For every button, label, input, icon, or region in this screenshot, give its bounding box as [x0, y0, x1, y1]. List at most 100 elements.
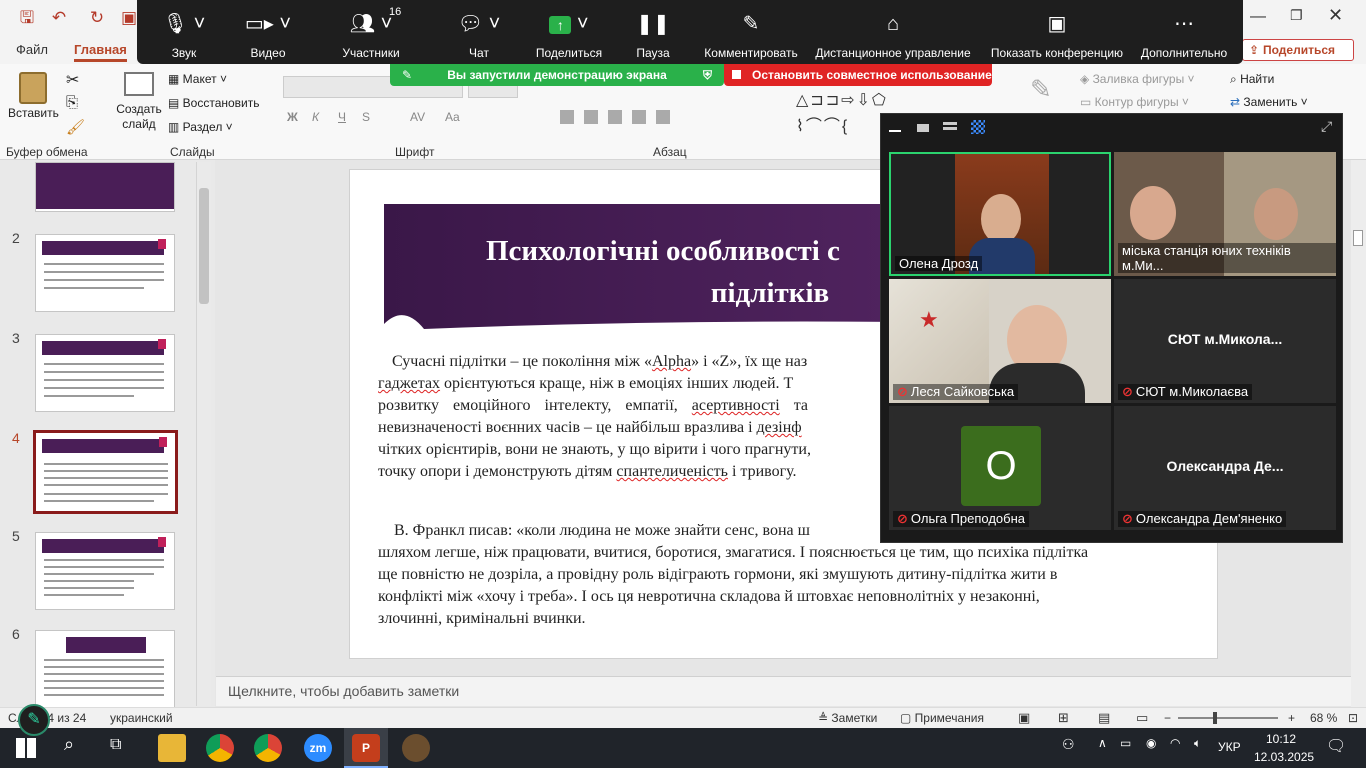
reset-button[interactable]: ▤ Восстановить [168, 96, 260, 110]
audio-button[interactable]: 🎙︎ ˅ Звук [159, 0, 209, 64]
notes-toggle[interactable]: ≜ Заметки [818, 708, 877, 728]
zoom-slider[interactable] [1178, 717, 1278, 719]
pen-tool-icon[interactable]: ✎ [18, 704, 50, 736]
input-language[interactable]: УКР [1218, 740, 1241, 754]
start-icon[interactable] [16, 738, 36, 758]
stop-share-button[interactable]: Остановить совместное использование [724, 64, 992, 86]
thumbnail-slide-1[interactable] [35, 162, 175, 212]
strike-button[interactable]: S [362, 110, 370, 124]
paint-icon[interactable] [402, 734, 430, 762]
char-spacing-button[interactable]: AV [410, 110, 425, 124]
chat-button[interactable]: 💬︎ ˅ Чат [457, 0, 501, 64]
thumbnail-slide-2[interactable] [35, 234, 175, 312]
more-button[interactable]: ⋯ Дополнительно [1137, 0, 1231, 64]
wifi-icon[interactable]: ◠ [1170, 736, 1180, 750]
remote-control-button[interactable]: ⌂ Дистанционное управление [813, 0, 973, 64]
thumbnail-slide-5[interactable] [35, 532, 175, 610]
battery-icon[interactable]: ▭ [1120, 736, 1131, 750]
scrollbar-thumb[interactable] [1353, 230, 1363, 246]
font-group-label: Шрифт [395, 145, 435, 159]
strip-view-icon[interactable] [943, 122, 957, 132]
tab-file[interactable]: Файл [16, 42, 48, 57]
underline-button[interactable]: Ч [338, 110, 346, 124]
chrome-profile-icon[interactable] [254, 734, 282, 762]
cut-icon[interactable]: ✂ [66, 70, 79, 90]
notifications-icon[interactable]: 🗨︎ [1326, 736, 1346, 756]
format-painter-icon[interactable]: 🖌 [66, 118, 85, 136]
annotate-button[interactable]: ✎ Комментировать [703, 0, 799, 64]
language-indicator[interactable]: украинский [110, 708, 173, 728]
video-tile-4[interactable]: СЮТ м.Микола... ⊘ СЮТ м.Миколаєва [1114, 279, 1336, 403]
restore-icon[interactable]: ❐ [1290, 7, 1303, 24]
search-icon[interactable]: ⌕ [64, 734, 74, 755]
replace-button[interactable]: ⇄ Заменить ˅ [1230, 95, 1308, 109]
show-meeting-button[interactable]: ▣ Показать конференцию [989, 0, 1125, 64]
video-button[interactable]: ▭▸ ˅ Видео [241, 0, 295, 64]
expand-icon[interactable]: ⤢ [1321, 118, 1332, 135]
copy-icon[interactable]: ⎘ [66, 94, 78, 111]
volume-icon[interactable]: 🔈︎ [1194, 736, 1201, 751]
italic-button[interactable]: К [312, 110, 319, 124]
sorter-view-icon[interactable]: ⊞ [1058, 708, 1069, 728]
chrome-icon[interactable] [206, 734, 234, 762]
notes-pane[interactable]: Щелкните, чтобы добавить заметки [216, 676, 1351, 706]
powerpoint-taskbar-item[interactable]: P [344, 728, 388, 768]
find-button[interactable]: ⌕ Найти [1230, 72, 1274, 87]
video-tile-3[interactable]: ★ ⊘ Леся Сайковська [889, 279, 1111, 403]
zoom-app-icon[interactable]: zm [304, 734, 332, 762]
thumbnails-scrollbar[interactable] [196, 162, 211, 706]
zoom-level[interactable]: 68 % [1310, 708, 1337, 728]
participant-display-name: СЮТ м.Микола... [1167, 331, 1283, 347]
share-screen-button[interactable]: ↑ ˅ Поделиться [532, 0, 606, 64]
save-icon[interactable]: 🖫 [16, 7, 38, 29]
clock-date[interactable]: 12.03.2025 [1254, 750, 1314, 764]
share-button[interactable]: ⇪ Поделиться [1242, 39, 1354, 61]
zoom-in-icon[interactable]: + [1288, 708, 1295, 728]
camera-tray-icon[interactable]: ◉ [1146, 736, 1156, 750]
zoom-out-icon[interactable]: − [1164, 708, 1171, 728]
thumbnail-slide-6[interactable] [35, 630, 175, 708]
undo-icon[interactable]: ↶ [48, 7, 70, 29]
zoom-slider-handle[interactable] [1213, 712, 1217, 724]
section-button[interactable]: ▥ Раздел ˅ [168, 120, 233, 134]
pause-button[interactable]: ❚❚ Пауза [631, 0, 675, 64]
text-line: чітких орієнтирів, вони не знають, у що … [378, 441, 811, 458]
thumbnail-slide-4-selected[interactable] [33, 430, 178, 514]
task-view-icon[interactable]: ⧉ [110, 736, 121, 754]
file-explorer-icon[interactable] [158, 734, 186, 762]
thumbnail-slide-3[interactable] [35, 334, 175, 412]
people-icon[interactable]: ⚇ [1062, 736, 1075, 753]
clock-time[interactable]: 10:12 [1266, 732, 1296, 746]
comments-toggle[interactable]: ▢ Примечания [900, 708, 984, 728]
quick-styles-icon[interactable]: ✎ [1030, 74, 1052, 105]
video-tile-6[interactable]: Олександра Де... ⊘ Олександра Дем'яненко [1114, 406, 1336, 530]
normal-view-icon[interactable]: ▣ [1018, 708, 1030, 728]
redo-icon[interactable]: ↻ [86, 7, 108, 29]
shapes-gallery-row2[interactable]: ⌇⌒⌒{ [796, 112, 849, 136]
layout-button[interactable]: ▦ Макет ˅ [168, 72, 227, 86]
reading-view-icon[interactable]: ▤ [1098, 708, 1110, 728]
tray-chevron-icon[interactable]: ∧ [1098, 736, 1107, 750]
fit-slide-icon[interactable]: ⊡ [1348, 708, 1358, 728]
video-tile-5[interactable]: О ⊘ Ольга Преподобна [889, 406, 1111, 530]
video-tile-2[interactable]: міська станція юних техніків м.Ми... [1114, 152, 1336, 276]
video-tile-1[interactable]: Олена Дрозд [889, 152, 1111, 276]
scrollbar-thumb[interactable] [199, 188, 209, 304]
gallery-view-icon[interactable] [971, 120, 985, 134]
speaker-view-icon[interactable] [917, 124, 929, 132]
slideshow-icon[interactable]: ▭ [1136, 708, 1148, 728]
change-case-button[interactable]: Aa [445, 110, 460, 124]
slide-scrollbar[interactable] [1351, 160, 1366, 708]
close-icon[interactable]: ✕ [1328, 5, 1343, 26]
shape-outline-button[interactable]: ▭ Контур фигуры ˅ [1080, 95, 1189, 109]
slide-body-paragraph-1[interactable]: Сучасні підлітки – це покоління між «Alp… [378, 351, 888, 483]
minimize-gallery-icon[interactable] [889, 130, 901, 132]
minimize-icon[interactable]: — [1250, 8, 1266, 26]
paste-button[interactable]: Вставить [8, 72, 59, 121]
new-slide-button[interactable]: Создать слайд [112, 72, 166, 132]
shapes-gallery[interactable]: △⊐⊐⇨⇩⬠ [796, 90, 888, 110]
paragraph-align-buttons[interactable] [560, 110, 680, 124]
bold-button[interactable]: Ж [287, 110, 298, 124]
tab-home[interactable]: Главная [74, 42, 127, 62]
shape-fill-button[interactable]: ◈ Заливка фигуры ˅ [1080, 72, 1195, 86]
